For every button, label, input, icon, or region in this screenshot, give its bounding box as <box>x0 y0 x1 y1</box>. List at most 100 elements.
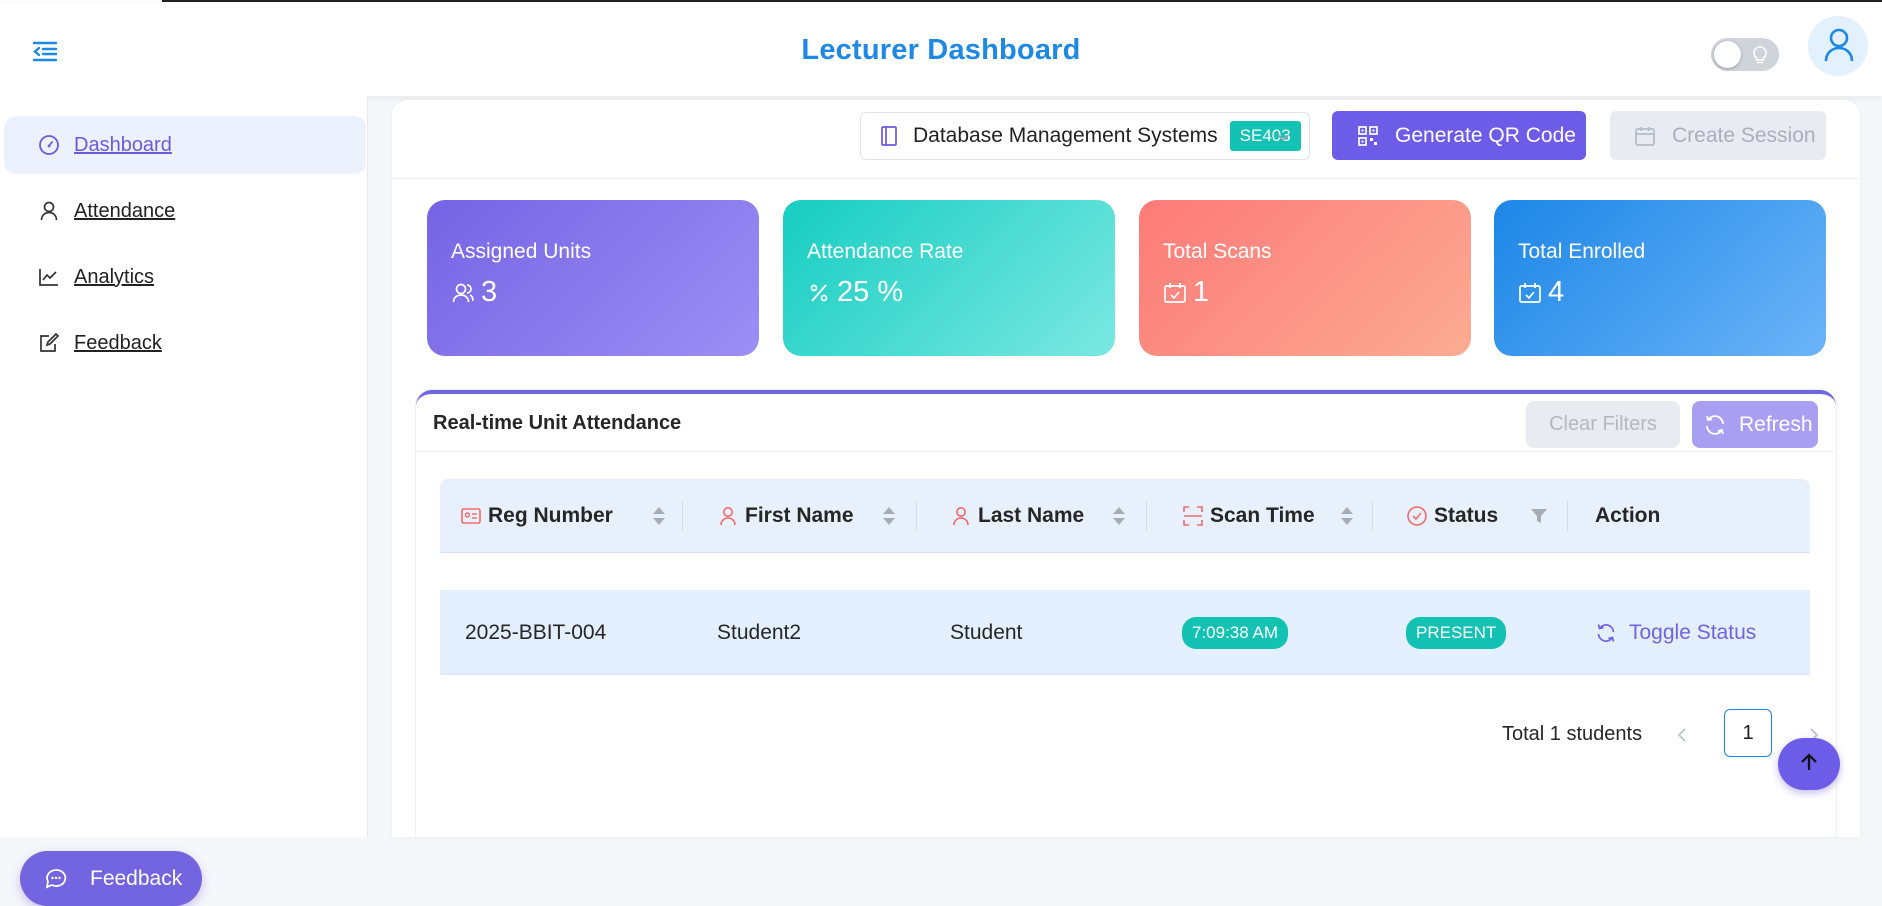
refresh-label: Refresh <box>1739 412 1813 436</box>
feedback-float-label: Feedback <box>90 866 183 890</box>
stat-value: 1 <box>1193 276 1210 308</box>
book-icon <box>879 125 899 147</box>
toggle-knob <box>1714 41 1741 68</box>
app-header: Lecturer Dashboard <box>0 2 1882 96</box>
refresh-button[interactable]: Refresh <box>1692 401 1818 448</box>
column-label: First Name <box>745 504 854 527</box>
avatar[interactable] <box>1808 16 1868 76</box>
chevron-left-icon[interactable] <box>1666 719 1698 751</box>
filter-icon[interactable] <box>1530 507 1548 525</box>
feedback-float-button[interactable]: Feedback <box>20 851 202 906</box>
sync-icon <box>1703 413 1727 437</box>
unit-select[interactable]: Database Management Systems SE403 <box>860 112 1310 160</box>
column-divider <box>916 501 917 531</box>
sort-icon[interactable] <box>1340 504 1354 528</box>
column-label: Action <box>1595 504 1661 527</box>
stat-value: 25 % <box>837 276 904 308</box>
stat-value: 4 <box>1548 276 1565 308</box>
idcard-icon <box>460 505 482 527</box>
scan-icon <box>1182 505 1204 527</box>
check-circle-icon <box>1406 505 1428 527</box>
status-badge: PRESENT <box>1406 617 1507 649</box>
stat-card-total-enrolled: Total Enrolled 4 <box>1494 200 1826 356</box>
clear-filters-button[interactable]: Clear Filters <box>1526 401 1680 448</box>
toggle-status-label: Toggle Status <box>1629 621 1757 644</box>
column-divider <box>1372 501 1373 531</box>
comment-icon <box>44 867 68 891</box>
sidebar-item-dashboard[interactable]: Dashboard <box>4 116 366 174</box>
stat-value: 3 <box>481 276 498 308</box>
sidebar: Dashboard Attendance Analytics Feedback … <box>0 96 368 906</box>
schedule-icon <box>1518 281 1542 305</box>
chevron-down-icon <box>1275 127 1291 143</box>
main-panel: Database Management Systems SE403 Genera… <box>392 100 1860 837</box>
scan-time-tag: 7:09:38 AM <box>1182 617 1289 649</box>
sidebar-item-label: Attendance <box>74 199 176 222</box>
sort-icon[interactable] <box>652 504 666 528</box>
line-chart-icon <box>38 266 60 288</box>
column-label: Reg Number <box>488 504 613 527</box>
user-icon <box>1824 28 1854 67</box>
sidebar-item-analytics[interactable]: Analytics <box>4 248 366 306</box>
table-spacer-row <box>440 553 1810 591</box>
cell-first-name: Student2 <box>717 621 802 644</box>
sync-icon <box>1595 622 1617 644</box>
column-header-action: Action <box>1595 479 1660 553</box>
attendance-title: Real-time Unit Attendance <box>433 412 682 434</box>
user-icon <box>38 200 60 222</box>
cell-status: PRESENT <box>1406 591 1507 675</box>
toggle-status-button[interactable]: Toggle Status <box>1595 621 1756 645</box>
user-icon <box>717 505 739 527</box>
dashboard-icon <box>38 134 60 156</box>
unit-name: Database Management Systems <box>913 124 1218 147</box>
generate-qr-label: Generate QR Code <box>1395 123 1576 147</box>
pagination-total: Total 1 students <box>1502 723 1643 745</box>
cell-action: Toggle Status <box>1595 591 1756 675</box>
column-label: Scan Time <box>1210 504 1315 527</box>
pagination-page[interactable]: 1 <box>1724 709 1772 757</box>
attendance-card: Real-time Unit Attendance Clear Filters … <box>416 390 1836 837</box>
team-icon <box>451 281 475 305</box>
generate-qr-button[interactable]: Generate QR Code <box>1332 111 1586 160</box>
stat-title: Total Enrolled <box>1518 240 1646 263</box>
cell-scan-time: 7:09:38 AM <box>1182 591 1289 675</box>
theme-toggle[interactable] <box>1711 38 1779 71</box>
qrcode-icon <box>1357 125 1379 147</box>
divider <box>392 178 1860 179</box>
cell-reg-number: 2025-BBIT-004 <box>465 621 607 644</box>
form-icon <box>38 332 60 354</box>
sidebar-item-feedback[interactable]: Feedback <box>4 314 366 372</box>
cell-last-name: Student <box>950 621 1023 644</box>
schedule-icon <box>1163 281 1187 305</box>
table-header: Reg Number First Name Last Name Scan Tim… <box>440 479 1810 553</box>
column-header-last-name[interactable]: Last Name <box>950 479 1084 553</box>
user-icon <box>950 505 972 527</box>
attendance-card-header: Real-time Unit Attendance Clear Filters … <box>416 394 1836 452</box>
percentage-icon <box>807 281 831 305</box>
calendar-icon <box>1634 125 1656 147</box>
sidebar-item-label: Analytics <box>74 265 155 288</box>
column-header-status[interactable]: Status <box>1406 479 1498 553</box>
column-divider <box>682 501 683 531</box>
stat-title: Total Scans <box>1163 240 1272 263</box>
sort-icon[interactable] <box>1112 504 1126 528</box>
sidebar-item-label: Dashboard <box>74 133 172 156</box>
arrow-up-icon <box>1797 750 1821 779</box>
column-header-reg-number[interactable]: Reg Number <box>460 479 613 553</box>
column-header-scan-time[interactable]: Scan Time <box>1182 479 1315 553</box>
column-label: Last Name <box>978 504 1085 527</box>
sidebar-item-attendance[interactable]: Attendance <box>4 182 366 240</box>
column-divider <box>1146 501 1147 531</box>
column-header-first-name[interactable]: First Name <box>717 479 854 553</box>
sort-icon[interactable] <box>882 504 896 528</box>
stat-title: Assigned Units <box>451 240 592 263</box>
stat-title: Attendance Rate <box>807 240 964 263</box>
table-row[interactable]: 2025-BBIT-004 Student2 Student 7:09:38 A… <box>440 591 1810 675</box>
column-label: Status <box>1434 504 1499 527</box>
sidebar-item-label: Feedback <box>74 331 162 354</box>
column-divider <box>1567 501 1568 531</box>
back-to-top-button[interactable] <box>1778 738 1840 790</box>
page-title: Lecturer Dashboard <box>801 34 1081 66</box>
stat-card-attendance-rate: Attendance Rate 25 % <box>783 200 1115 356</box>
create-session-button[interactable]: Create Session <box>1610 111 1826 160</box>
